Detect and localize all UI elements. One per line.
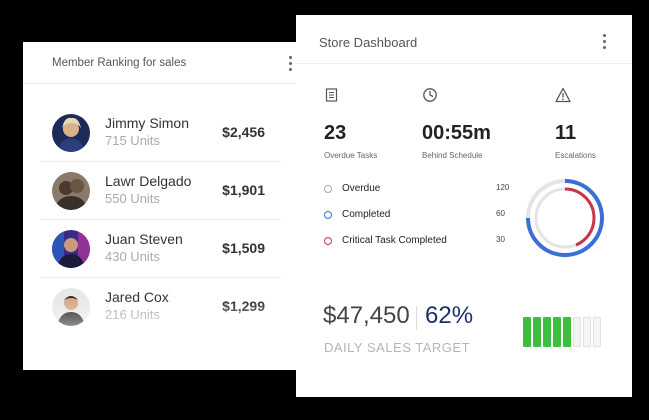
stat-overdue-tasks: 23 Overdue Tasks [324, 87, 377, 160]
member-amount: $1,901 [222, 182, 265, 198]
avatar [52, 288, 90, 326]
battery-cell-empty [573, 317, 581, 347]
member-ranking-card: Member Ranking for sales Jimmy Simon 715… [23, 42, 305, 370]
member-units: 715 Units [105, 133, 160, 148]
ranking-row[interactable]: Jimmy Simon 715 Units $2,456 [41, 105, 281, 162]
ranking-title: Member Ranking for sales [52, 57, 187, 69]
battery-cell-filled [523, 317, 531, 347]
legend-label: Completed [342, 209, 391, 220]
store-more-icon[interactable] [603, 34, 607, 49]
stat-label: Behind Schedule [422, 151, 483, 160]
sales-divider [416, 306, 417, 330]
sales-target-label: DAILY SALES TARGET [324, 340, 471, 355]
legend-dot [324, 237, 332, 245]
store-dashboard-card: Store Dashboard 23 Overdue Tasks 00:55m … [296, 15, 632, 397]
legend-critical: Critical Task Completed 30 [324, 235, 505, 249]
legend-count: 30 [496, 235, 505, 244]
member-name: Jimmy Simon [105, 115, 190, 131]
task-donut-chart [526, 179, 604, 257]
sales-amount: $47,450 [323, 302, 410, 329]
member-name: Juan Steven [105, 231, 183, 247]
member-units: 216 Units [105, 307, 160, 322]
battery-cell-filled [543, 317, 551, 347]
warning-icon [555, 87, 571, 103]
stat-label: Overdue Tasks [324, 151, 378, 160]
member-units: 430 Units [105, 249, 160, 264]
stat-value: 23 [324, 122, 347, 144]
legend-dot [324, 185, 332, 193]
legend-count: 60 [496, 209, 505, 218]
ranking-row[interactable]: Jared Cox 216 Units $1,299 [41, 279, 281, 335]
stat-value: 11 [555, 122, 577, 144]
battery-cell-filled [563, 317, 571, 347]
ranking-row[interactable]: Lawr Delgado 550 Units $1,901 [41, 163, 281, 220]
sales-percent: 62% [425, 302, 474, 329]
avatar [52, 172, 90, 210]
clipboard-icon [325, 88, 338, 102]
ranking-row[interactable]: Juan Steven 430 Units $1,509 [41, 221, 281, 278]
member-name: Lawr Delgado [105, 173, 192, 189]
clock-icon [423, 88, 437, 102]
sales-progress-battery [523, 317, 605, 349]
member-units: 550 Units [105, 191, 160, 206]
member-name: Jared Cox [105, 289, 169, 305]
battery-cell-filled [533, 317, 541, 347]
stat-behind-schedule: 00:55m Behind Schedule [422, 87, 491, 160]
legend-dot [324, 211, 332, 219]
legend-label: Overdue [342, 183, 381, 194]
stat-label: Escalations [555, 151, 596, 160]
store-title: Store Dashboard [319, 35, 418, 50]
battery-cell-filled [553, 317, 561, 347]
store-header: Store Dashboard [296, 15, 632, 64]
stat-escalations: 11 Escalations [555, 87, 596, 160]
battery-cell-empty [593, 317, 601, 347]
avatar [52, 114, 90, 152]
avatar [52, 230, 90, 268]
stat-value: 00:55m [422, 122, 491, 144]
legend-completed: Completed 60 [324, 209, 505, 223]
ranking-more-icon[interactable] [289, 56, 293, 71]
battery-cell-empty [583, 317, 591, 347]
ranking-header: Member Ranking for sales [23, 42, 305, 84]
member-amount: $2,456 [222, 124, 265, 140]
legend-label: Critical Task Completed [342, 235, 447, 246]
member-amount: $1,509 [222, 240, 265, 256]
legend-count: 120 [496, 183, 510, 192]
legend-overdue: Overdue 120 [324, 183, 509, 197]
member-amount: $1,299 [222, 298, 265, 314]
